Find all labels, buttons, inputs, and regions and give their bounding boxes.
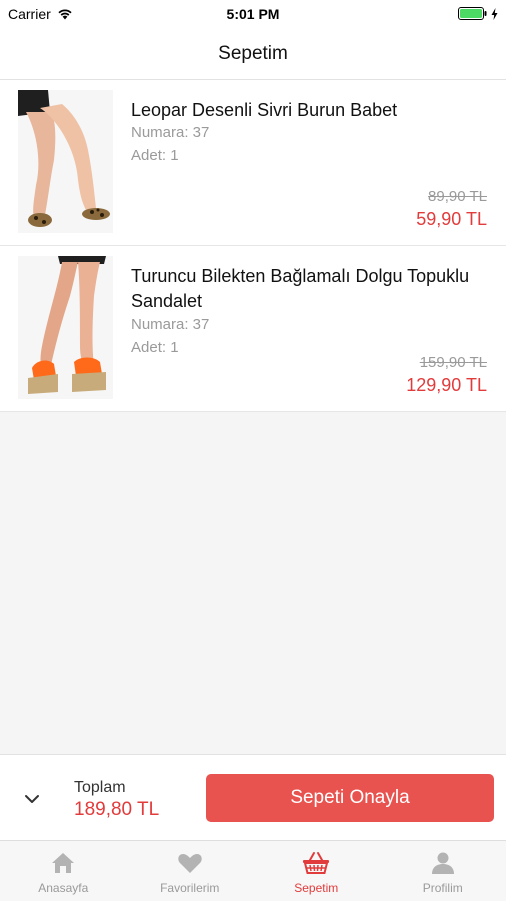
user-icon [429, 849, 457, 877]
confirm-cart-button[interactable]: Sepeti Onayla [206, 774, 494, 822]
old-price: 89,90 TL [428, 188, 487, 205]
battery-icon [458, 7, 488, 20]
tab-favorites[interactable]: Favorilerim [127, 841, 254, 901]
new-price: 59,90 TL [416, 209, 487, 230]
product-size: Numara: 37 [131, 124, 209, 141]
new-price: 129,90 TL [406, 375, 487, 396]
battery-indicator [458, 7, 498, 20]
page-title: Sepetim [218, 43, 288, 65]
clock: 5:01 PM [0, 6, 506, 22]
tab-cart[interactable]: Sepetim [253, 841, 380, 901]
cart-item[interactable]: Turuncu Bilekten Bağlamalı Dolgu Topuklu… [0, 246, 506, 412]
product-image [18, 256, 113, 399]
cart-item[interactable]: Leopar Desenli Sivri Burun Babet Numara:… [0, 80, 506, 246]
total-label: Toplam [74, 779, 126, 797]
product-name: Turuncu Bilekten Bağlamalı Dolgu Topuklu… [131, 264, 486, 314]
old-price: 159,90 TL [420, 354, 487, 371]
tab-label: Anasayfa [38, 881, 88, 895]
heart-icon [176, 849, 204, 877]
tab-label: Profilim [423, 881, 463, 895]
product-quantity: Adet: 1 [131, 147, 179, 164]
tab-bar: Anasayfa Favorilerim Sepetim [0, 840, 506, 901]
basket-icon [302, 849, 330, 877]
product-size: Numara: 37 [131, 316, 209, 333]
product-quantity: Adet: 1 [131, 339, 179, 356]
tab-label: Sepetim [294, 881, 338, 895]
product-image [18, 90, 113, 233]
chevron-down-icon[interactable] [18, 785, 46, 813]
product-name: Leopar Desenli Sivri Burun Babet [131, 98, 486, 123]
tab-home[interactable]: Anasayfa [0, 841, 127, 901]
total-value: 189,80 TL [74, 799, 159, 821]
tab-profile[interactable]: Profilim [380, 841, 506, 901]
charging-icon [491, 8, 498, 20]
navigation-bar: Sepetim [0, 28, 506, 80]
checkout-bar: Toplam 189,80 TL Sepeti Onayla [0, 754, 506, 841]
tab-label: Favorilerim [160, 881, 219, 895]
home-icon [49, 849, 77, 877]
status-bar: Carrier 5:01 PM [0, 0, 506, 28]
cart-list: Leopar Desenli Sivri Burun Babet Numara:… [0, 80, 506, 412]
